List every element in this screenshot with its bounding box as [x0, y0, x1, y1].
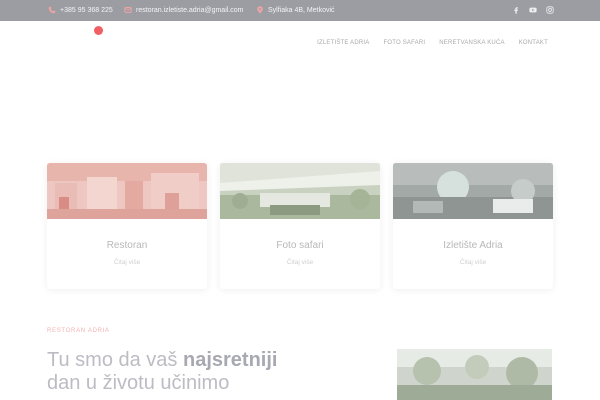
youtube-icon[interactable]: [529, 6, 537, 14]
phone-icon: [48, 6, 56, 14]
card-image-restoran: [47, 163, 207, 219]
nav-item-foto-safari[interactable]: FOTO SAFARI: [383, 40, 425, 46]
headline-emphasis: najsretniji: [182, 349, 278, 371]
section-eyebrow: RESTORAN ADRIA: [47, 328, 110, 334]
phone-text: +385 95 368 225: [60, 6, 113, 14]
social-links: [512, 6, 554, 14]
nav-item-izletiste-adria[interactable]: IZLETIŠTE ADRIA: [317, 40, 369, 46]
email-contact[interactable]: restoran.izletiste.adria@gmail.com: [124, 6, 243, 14]
card-read-more-link[interactable]: Čitaj više: [393, 259, 553, 266]
address-contact[interactable]: Sylfiaka 4B, Metković: [256, 6, 335, 14]
card-image-izletiste-adria: [393, 163, 553, 219]
card-read-more-link[interactable]: Čitaj više: [47, 259, 207, 266]
mail-icon: [124, 6, 132, 14]
card-title: Foto safari: [276, 240, 324, 251]
section-headline: Tu smo da vaš najsretniji dan u životu u…: [47, 349, 317, 395]
top-bar: +385 95 368 225 restoran.izletiste.adria…: [0, 0, 600, 21]
card-foto-safari[interactable]: Foto safari Čitaj više: [220, 163, 380, 289]
facebook-icon[interactable]: [512, 6, 520, 14]
logo[interactable]: [94, 26, 103, 35]
card-image-foto-safari: [220, 163, 380, 219]
nav-item-kontakt[interactable]: KONTAKT: [519, 40, 548, 46]
headline-start: Tu smo da vaš: [47, 349, 183, 371]
site-header: IZLETIŠTE ADRIA FOTO SAFARI NERETVANSKA …: [0, 21, 600, 61]
card-izletiste-adria[interactable]: Izletište Adria Čitaj više: [393, 163, 553, 289]
email-text: restoran.izletiste.adria@gmail.com: [136, 6, 244, 14]
phone-contact[interactable]: +385 95 368 225: [48, 6, 113, 14]
card-read-more-link[interactable]: Čitaj više: [220, 259, 380, 266]
card-title: Izletište Adria: [443, 240, 503, 251]
section-photo: [397, 349, 552, 400]
main-navigation: IZLETIŠTE ADRIA FOTO SAFARI NERETVANSKA …: [317, 40, 548, 46]
headline-end: dan u životu učinimo: [47, 372, 230, 394]
location-pin-icon: [256, 6, 264, 14]
address-text: Sylfiaka 4B, Metković: [268, 6, 335, 14]
nav-item-neretvanska-kuca[interactable]: NERETVANSKA KUĆA: [439, 40, 504, 46]
card-restoran[interactable]: Restoran Čitaj više: [47, 163, 207, 289]
card-title: Restoran: [106, 240, 148, 251]
instagram-icon[interactable]: [546, 6, 554, 14]
